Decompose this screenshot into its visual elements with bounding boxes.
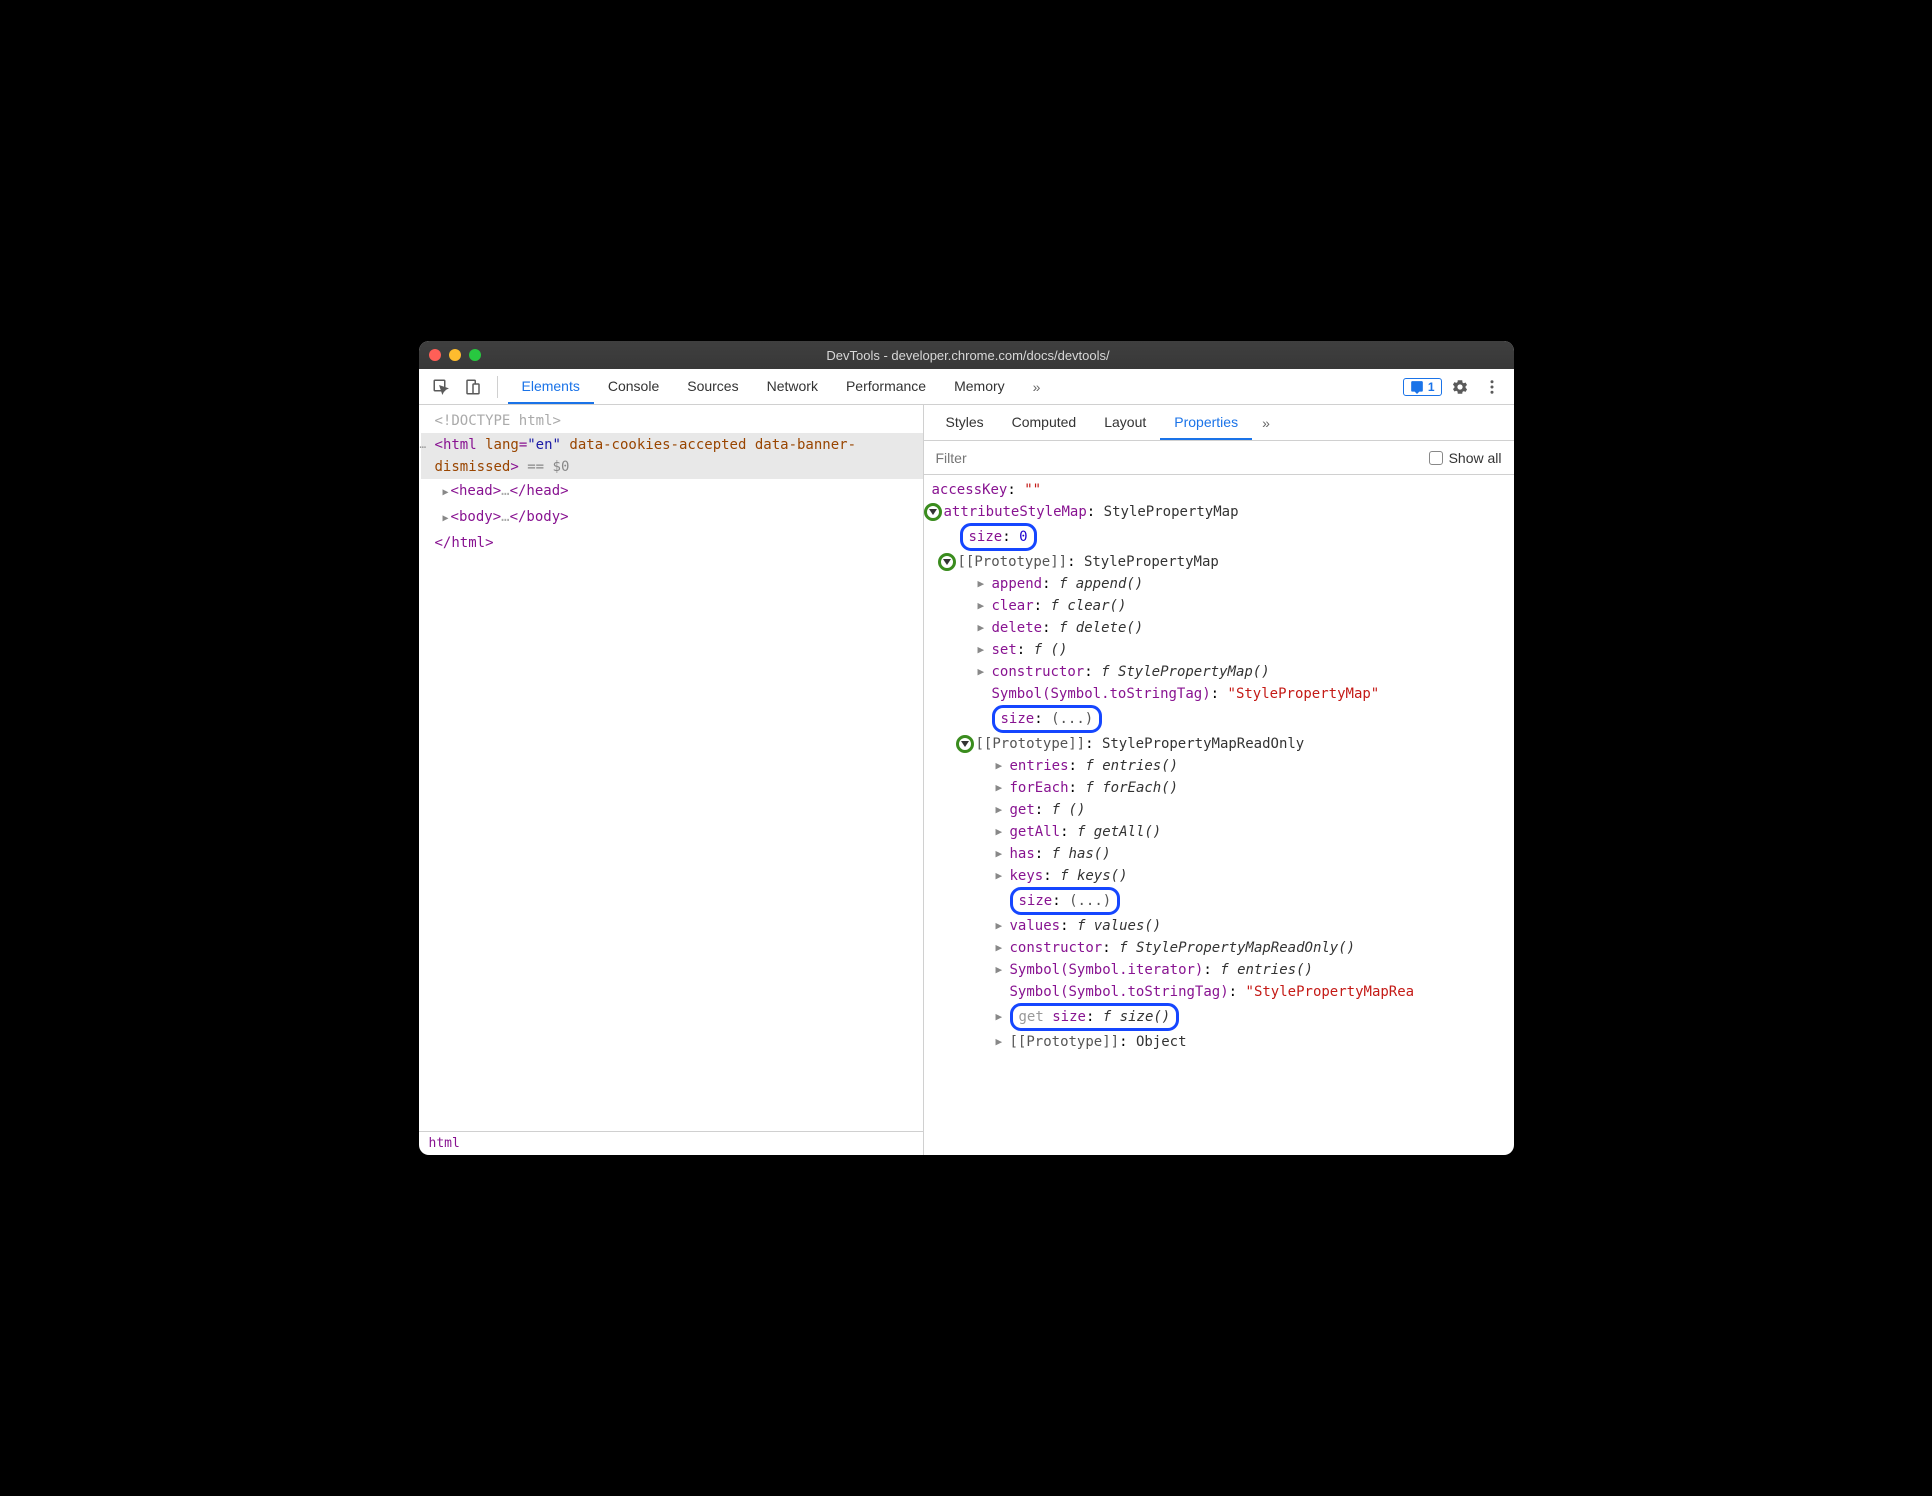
main-tabs: Elements Console Sources Network Perform… — [508, 370, 1019, 404]
tab-console[interactable]: Console — [594, 370, 673, 404]
dom-html-close[interactable]: </html> — [421, 531, 923, 555]
main-toolbar: Elements Console Sources Network Perform… — [419, 369, 1514, 405]
dom-html-open[interactable]: <html lang="en" data-cookies-accepted da… — [421, 433, 923, 479]
prop-append[interactable]: ▶append: f append() — [932, 573, 1506, 595]
tab-memory[interactable]: Memory — [940, 370, 1019, 404]
dom-doctype[interactable]: <!DOCTYPE html> — [421, 409, 923, 433]
subtab-more-icon[interactable]: » — [1252, 415, 1280, 431]
subtab-styles[interactable]: Styles — [932, 406, 998, 440]
issues-count: 1 — [1428, 380, 1435, 394]
subtab-layout[interactable]: Layout — [1090, 406, 1160, 440]
prop-entries[interactable]: ▶entries: f entries() — [932, 755, 1506, 777]
subtab-properties[interactable]: Properties — [1160, 406, 1252, 440]
properties-tree[interactable]: accessKey: "" attributeStyleMap: StylePr… — [924, 475, 1514, 1155]
show-all-checkbox[interactable]: Show all — [1429, 450, 1502, 466]
prop-get[interactable]: ▶get: f () — [932, 799, 1506, 821]
maximize-window-button[interactable] — [469, 349, 481, 361]
expanded-marker-icon — [938, 553, 956, 571]
tab-sources[interactable]: Sources — [673, 370, 752, 404]
prop-size-lazy-1[interactable]: size: (...) — [932, 705, 1506, 733]
filter-input[interactable] — [936, 450, 1419, 466]
prop-values[interactable]: ▶values: f values() — [932, 915, 1506, 937]
prop-has[interactable]: ▶has: f has() — [932, 843, 1506, 865]
window-title: DevTools - developer.chrome.com/docs/dev… — [493, 348, 1444, 363]
prop-get-size[interactable]: ▶get size: f size() — [932, 1003, 1506, 1031]
titlebar: DevTools - developer.chrome.com/docs/dev… — [419, 341, 1514, 369]
prop-prototype-3[interactable]: ▶[[Prototype]]: Object — [932, 1031, 1506, 1053]
show-all-label: Show all — [1449, 450, 1502, 466]
prop-delete[interactable]: ▶delete: f delete() — [932, 617, 1506, 639]
subtab-computed[interactable]: Computed — [998, 406, 1091, 440]
prop-set[interactable]: ▶set: f () — [932, 639, 1506, 661]
prop-accesskey[interactable]: accessKey: "" — [932, 479, 1506, 501]
expanded-marker-icon — [956, 735, 974, 753]
prop-prototype-1[interactable]: [[Prototype]]: StylePropertyMap — [932, 551, 1506, 573]
prop-symbol-iterator[interactable]: ▶Symbol(Symbol.iterator): f entries() — [932, 959, 1506, 981]
device-toggle-icon[interactable] — [459, 373, 487, 401]
prop-constructor-1[interactable]: ▶constructor: f StylePropertyMap() — [932, 661, 1506, 683]
tab-performance[interactable]: Performance — [832, 370, 940, 404]
issues-button[interactable]: 1 — [1403, 378, 1442, 396]
dom-body[interactable]: ▶<body>…</body> — [421, 505, 923, 531]
sidebar-tabs: Styles Computed Layout Properties » — [924, 405, 1514, 441]
close-window-button[interactable] — [429, 349, 441, 361]
checkbox-icon — [1429, 451, 1443, 465]
expanded-marker-icon — [924, 503, 942, 521]
traffic-lights — [429, 349, 481, 361]
prop-getall[interactable]: ▶getAll: f getAll() — [932, 821, 1506, 843]
minimize-window-button[interactable] — [449, 349, 461, 361]
dom-head[interactable]: ▶<head>…</head> — [421, 479, 923, 505]
kebab-menu-icon[interactable] — [1478, 373, 1506, 401]
prop-keys[interactable]: ▶keys: f keys() — [932, 865, 1506, 887]
toolbar-divider — [497, 376, 498, 398]
sidebar-pane: Styles Computed Layout Properties » Show… — [924, 405, 1514, 1155]
prop-symbol-tostringtag-2[interactable]: Symbol(Symbol.toStringTag): "StyleProper… — [932, 981, 1506, 1003]
content-area: <!DOCTYPE html> <html lang="en" data-coo… — [419, 405, 1514, 1155]
more-tabs-icon[interactable]: » — [1023, 379, 1051, 395]
prop-symbol-tostringtag-1[interactable]: Symbol(Symbol.toStringTag): "StyleProper… — [932, 683, 1506, 705]
prop-clear[interactable]: ▶clear: f clear() — [932, 595, 1506, 617]
settings-icon[interactable] — [1446, 373, 1474, 401]
prop-prototype-2[interactable]: [[Prototype]]: StylePropertyMapReadOnly — [932, 733, 1506, 755]
tab-network[interactable]: Network — [753, 370, 832, 404]
dom-tree[interactable]: <!DOCTYPE html> <html lang="en" data-coo… — [419, 405, 923, 1131]
prop-size[interactable]: size: 0 — [932, 523, 1506, 551]
devtools-window: DevTools - developer.chrome.com/docs/dev… — [419, 341, 1514, 1155]
tab-elements[interactable]: Elements — [508, 370, 594, 404]
breadcrumb[interactable]: html — [419, 1131, 923, 1155]
filter-bar: Show all — [924, 441, 1514, 475]
prop-foreach[interactable]: ▶forEach: f forEach() — [932, 777, 1506, 799]
prop-attributestylemap[interactable]: attributeStyleMap: StylePropertyMap — [932, 501, 1506, 523]
prop-size-lazy-2[interactable]: size: (...) — [932, 887, 1506, 915]
prop-constructor-2[interactable]: ▶constructor: f StylePropertyMapReadOnly… — [932, 937, 1506, 959]
inspect-element-icon[interactable] — [427, 373, 455, 401]
elements-pane: <!DOCTYPE html> <html lang="en" data-coo… — [419, 405, 924, 1155]
